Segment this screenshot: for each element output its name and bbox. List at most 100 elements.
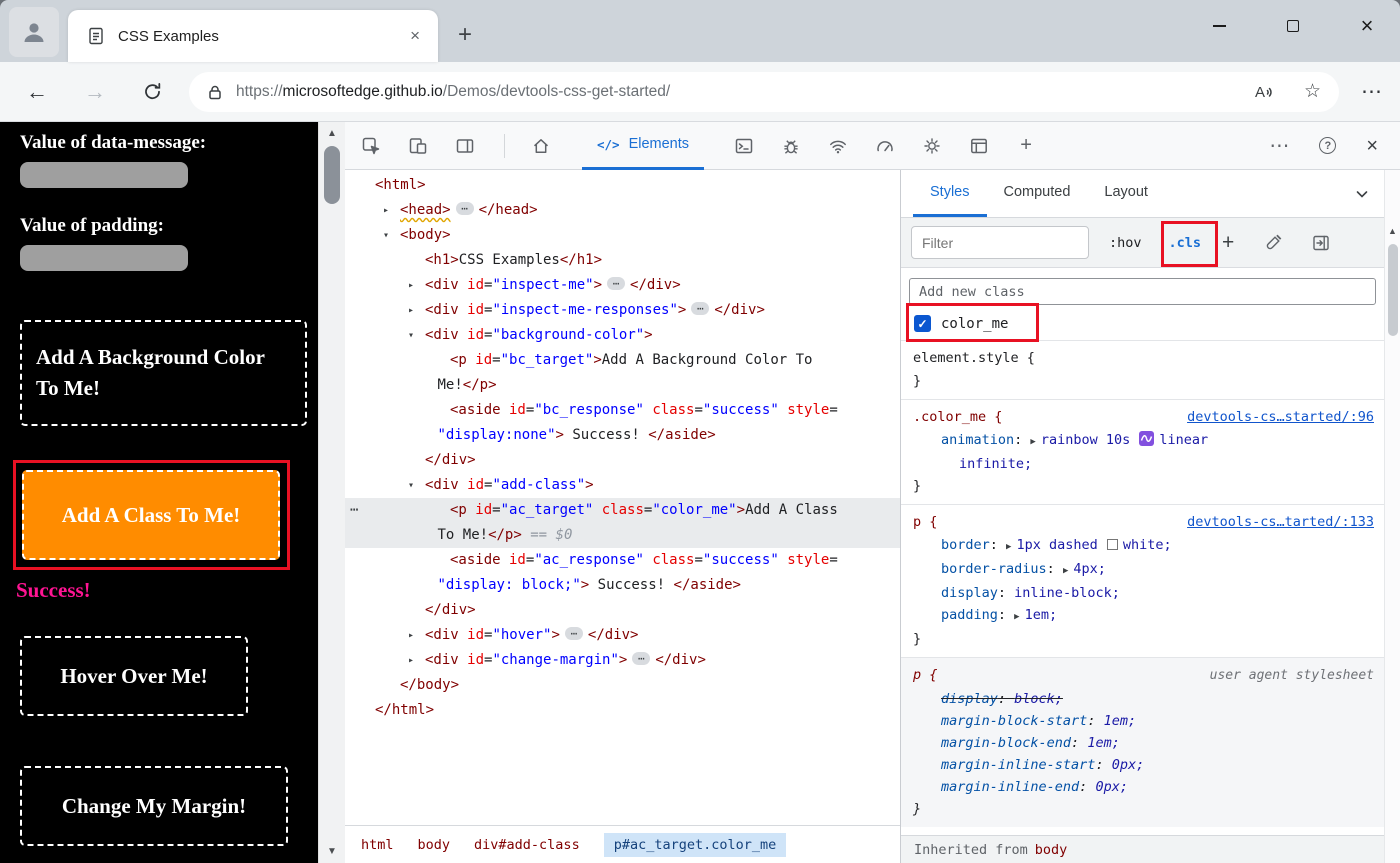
welcome-home-icon[interactable] [531, 136, 551, 156]
expand-shorthand-icon[interactable]: ▶ [1063, 566, 1068, 576]
dom-tree-line[interactable]: "display: block;"> Success! </aside> [345, 573, 900, 598]
css-declaration[interactable]: animation: ▶ rainbow 10s linear [913, 429, 1374, 453]
css-declaration[interactable]: margin-block-end: 1em; [913, 732, 1374, 754]
memory-panel-icon[interactable] [922, 136, 942, 156]
dom-tree-line[interactable]: <h1>CSS Examples</h1> [345, 248, 900, 273]
breadcrumb-item[interactable]: html [361, 837, 394, 853]
css-selector[interactable]: element.style { [913, 346, 1035, 370]
animation-editor-icon[interactable] [1139, 431, 1155, 446]
debugger-panel-icon[interactable] [781, 136, 801, 156]
breadcrumb-item[interactable]: body [418, 837, 451, 853]
css-declaration[interactable]: margin-inline-end: 0px; [913, 776, 1374, 798]
expand-shorthand-icon[interactable]: ▶ [1030, 437, 1035, 447]
dom-tree-line[interactable]: ▸ <div id="change-margin"> ⋯ </div> [345, 648, 900, 673]
lock-icon[interactable] [205, 82, 225, 102]
open-quick-view-icon[interactable] [1312, 234, 1330, 252]
css-selector[interactable]: p { [913, 663, 937, 687]
breadcrumb-item[interactable]: div#add-class [474, 837, 580, 853]
dom-tree-line[interactable]: ▾ <div id="add-class"> [345, 473, 900, 498]
dom-tree-line[interactable]: ▾ <body> [345, 223, 900, 248]
dom-tree-line[interactable]: ▾ <div id="background-color"> [345, 323, 900, 348]
dom-tree-line[interactable]: <aside id="ac_response" class="success" … [345, 548, 900, 573]
dom-tree-line[interactable]: ▸ <head> ⋯ </head> [345, 198, 900, 223]
dom-tree-line[interactable]: ⋯ <p id="ac_target" class="color_me">Add … [345, 498, 900, 523]
tab-close-icon[interactable]: × [404, 24, 426, 48]
chevron-down-icon[interactable] [1354, 186, 1370, 202]
ellipsis-expand-icon[interactable]: ⋯ [455, 202, 474, 215]
expand-arrow-icon[interactable]: ▸ [408, 648, 414, 673]
forward-button[interactable]: → [84, 80, 106, 103]
inspect-element-icon[interactable] [361, 136, 381, 156]
scroll-down-icon[interactable]: ▼ [327, 846, 337, 857]
expand-arrow-icon[interactable]: ▸ [383, 198, 389, 223]
browser-tab[interactable]: CSS Examples × [68, 10, 438, 62]
data-message-input[interactable] [20, 162, 188, 188]
color-swatch[interactable] [1106, 539, 1118, 550]
dom-tree-line[interactable]: </div> [345, 448, 900, 473]
new-style-rule-button[interactable]: + [1222, 232, 1234, 253]
help-icon[interactable]: ? [1319, 137, 1337, 154]
window-close-button[interactable]: × [1352, 11, 1382, 41]
add-class-button[interactable]: Add A Class To Me! [22, 470, 280, 560]
expand-shorthand-icon[interactable]: ▶ [1006, 542, 1011, 552]
background-color-button[interactable]: Add A Background Color To Me! [20, 320, 307, 426]
stylesheet-link[interactable]: devtools-cs…tarted/:133 [1187, 510, 1374, 534]
css-declaration[interactable]: margin-block-start: 1em; [913, 710, 1374, 732]
dom-tree-line[interactable]: To Me!</p> == $0 [345, 523, 900, 548]
inherited-target-link[interactable]: body [1035, 842, 1068, 858]
device-emulation-icon[interactable] [408, 136, 428, 156]
ellipsis-expand-icon[interactable]: ⋯ [632, 652, 651, 665]
ellipsis-expand-icon[interactable]: ⋯ [607, 277, 626, 290]
dom-tree-line[interactable]: <aside id="bc_response" class="success" … [345, 398, 900, 423]
css-declaration[interactable]: infinite; [913, 453, 1374, 475]
styles-filter-input[interactable] [911, 226, 1089, 259]
css-selector[interactable]: p { [913, 510, 937, 534]
console-panel-icon[interactable] [734, 136, 754, 156]
dom-tree-line[interactable]: "display:none"> Success! </aside> [345, 423, 900, 448]
refresh-button[interactable] [142, 81, 163, 102]
styles-scrollbar[interactable]: ▲ [1384, 170, 1400, 863]
styles-scrollbar-thumb[interactable] [1387, 244, 1398, 336]
focus-mode-icon[interactable] [455, 136, 475, 156]
address-bar[interactable]: https://microsoftedge.github.io/Demos/de… [189, 71, 1339, 112]
stylesheet-link[interactable]: devtools-cs…started/:96 [1187, 405, 1374, 429]
dom-tree-line[interactable]: </html> [345, 698, 900, 723]
scroll-up-icon[interactable]: ▲ [327, 128, 337, 139]
dom-tree-line[interactable]: ▸ <div id="inspect-me-responses"> ⋯ </div> [345, 298, 900, 323]
styles-panel-tab-layout[interactable]: Layout [1087, 170, 1165, 217]
selected-node-handle[interactable]: ⋯ [350, 498, 358, 523]
toggle-element-state-button[interactable]: :hov [1109, 235, 1142, 251]
tab-elements[interactable]: </> Elements [582, 122, 705, 170]
devtools-close-icon[interactable]: × [1366, 136, 1378, 156]
css-declaration[interactable]: display: inline-block; [913, 582, 1374, 604]
collapse-arrow-icon[interactable]: ▾ [383, 223, 389, 248]
scroll-up-icon[interactable]: ▲ [1388, 226, 1397, 236]
add-new-class-input[interactable] [909, 278, 1376, 305]
css-selector[interactable]: .color_me { [913, 405, 1002, 429]
browser-menu-icon[interactable]: ⋯ [1361, 79, 1382, 104]
dom-tree-line[interactable]: </body> [345, 673, 900, 698]
ellipsis-expand-icon[interactable]: ⋯ [564, 627, 583, 640]
rendering-brush-icon[interactable] [1264, 234, 1282, 252]
padding-input[interactable] [20, 245, 188, 271]
styles-panel-tab-computed[interactable]: Computed [987, 170, 1088, 217]
new-tab-button[interactable]: + [450, 20, 480, 50]
collapse-arrow-icon[interactable]: ▾ [408, 323, 414, 348]
network-panel-icon[interactable] [828, 136, 848, 156]
dom-tree-line[interactable]: <p id="bc_target">Add A Background Color… [345, 348, 900, 373]
profile-avatar[interactable] [9, 7, 59, 57]
css-declaration[interactable]: border: ▶ 1px dashed white; [913, 534, 1374, 558]
expand-shorthand-icon[interactable]: ▶ [1014, 612, 1019, 622]
hover-button[interactable]: Hover Over Me! [20, 636, 248, 716]
ellipsis-expand-icon[interactable]: ⋯ [691, 302, 710, 315]
expand-arrow-icon[interactable]: ▸ [408, 273, 414, 298]
color-me-checkbox[interactable]: ✓ [914, 315, 931, 332]
favorites-star-icon[interactable]: ☆ [1304, 80, 1321, 103]
performance-panel-icon[interactable] [875, 136, 895, 156]
css-declaration[interactable]: margin-inline-start: 0px; [913, 754, 1374, 776]
dom-tree-line[interactable]: <html> [345, 173, 900, 198]
devtools-menu-icon[interactable]: ⋯ [1269, 136, 1289, 156]
dom-tree-line[interactable]: </div> [345, 598, 900, 623]
css-declaration[interactable]: padding: ▶ 1em; [913, 604, 1374, 628]
dom-tree-line[interactable]: ▸ <div id="inspect-me"> ⋯ </div> [345, 273, 900, 298]
